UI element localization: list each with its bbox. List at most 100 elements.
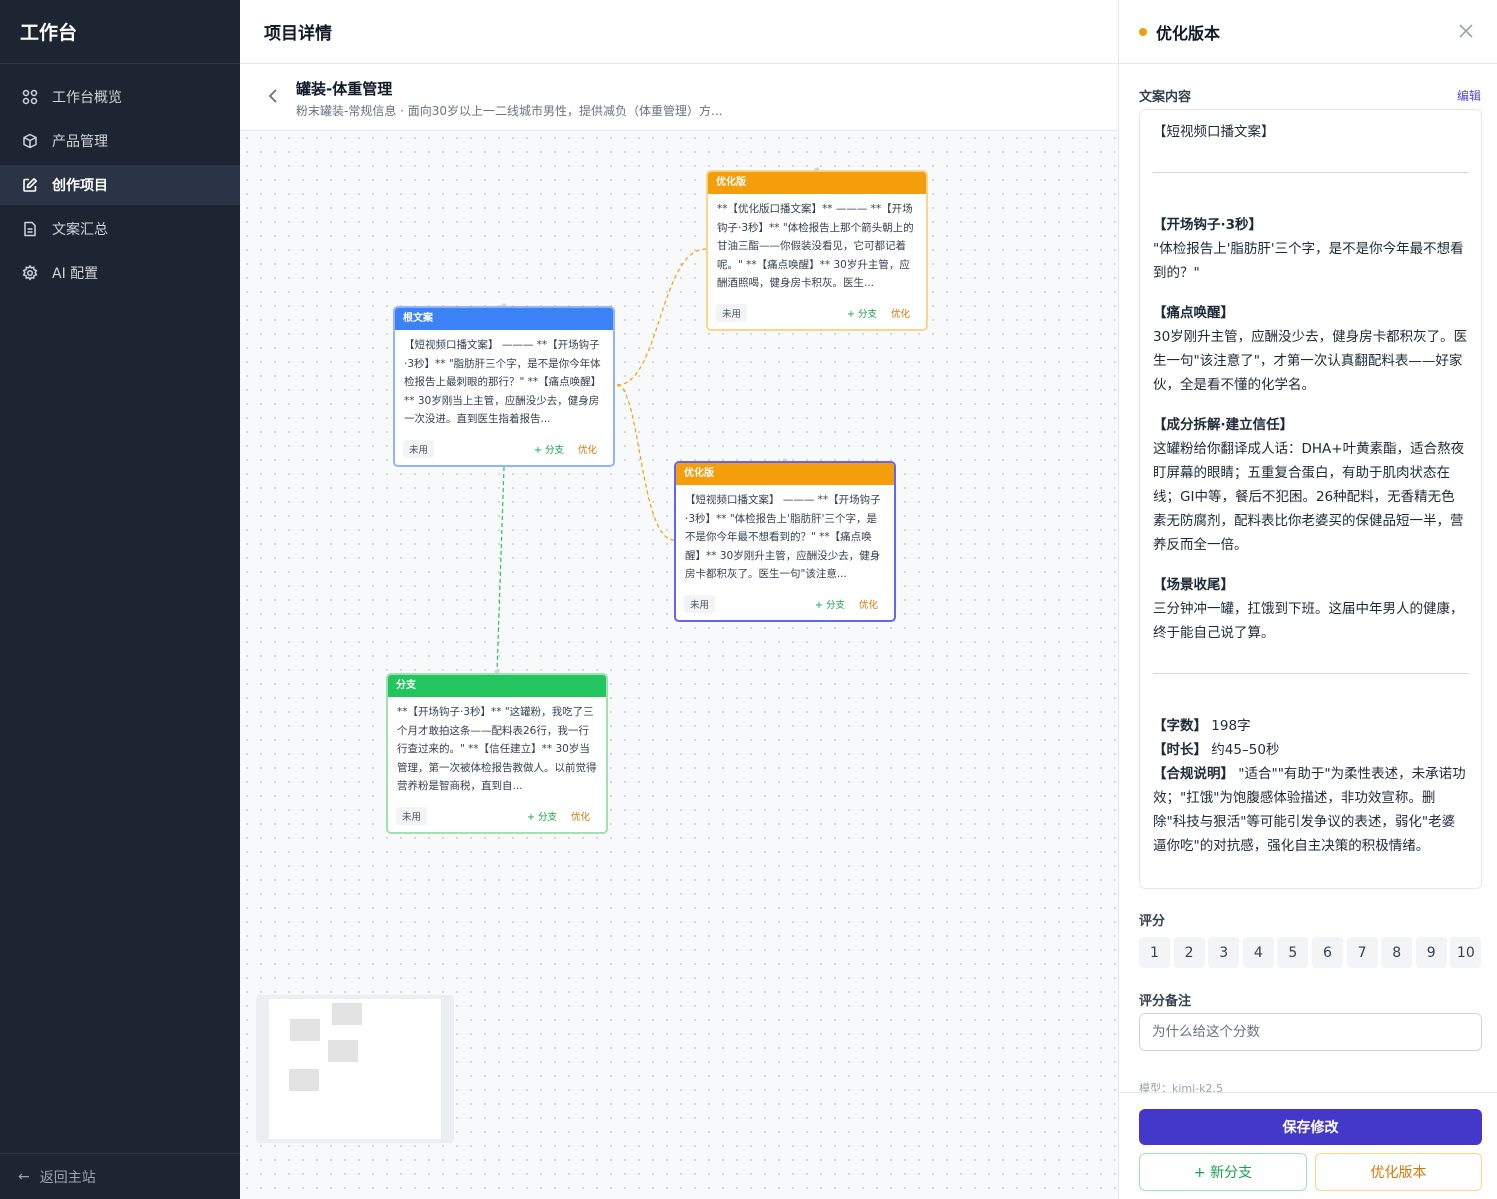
node-header: 分支	[388, 675, 606, 697]
node-header: 根文案	[395, 308, 613, 330]
document-icon	[22, 221, 38, 237]
score-label-row: 评分	[1139, 910, 1481, 929]
content-label-row: 文案内容 编辑	[1139, 86, 1481, 105]
score-selector: 1 2 3 4 5 6 7 8 9 10	[1139, 937, 1482, 968]
add-branch-button[interactable]: + 分支	[527, 809, 557, 823]
project-header: 罐装-体重管理 粉末罐装-常规信息 · 面向30岁以上一二线城市男性，提供减负（…	[240, 64, 1118, 131]
project-title: 罐装-体重管理	[296, 80, 393, 98]
status-tag: 未用	[684, 595, 716, 613]
model-info: 模型：kimi-k2.5	[1139, 1082, 1224, 1092]
edit-icon	[22, 177, 38, 193]
back-button[interactable]	[266, 86, 280, 106]
panel-header: 优化版本	[1119, 0, 1497, 64]
chevron-left-icon	[268, 89, 277, 103]
minimap-node	[332, 1003, 362, 1025]
optimize-version-button[interactable]: 优化版本	[1315, 1153, 1482, 1191]
score-button-9[interactable]: 9	[1415, 937, 1447, 968]
status-tag: 未用	[716, 304, 748, 322]
optimize-button[interactable]: 优化	[859, 597, 878, 611]
copy-content[interactable]: 【短视频口播文案】 【开场钩子·3秒】 "体检报告上'脂肪肝'三个字，是不是你今…	[1139, 109, 1482, 889]
status-tag: 未用	[396, 807, 428, 825]
sidebar-item-projects[interactable]: 创作项目	[0, 165, 240, 205]
score-note-label: 评分备注	[1139, 994, 1192, 1009]
flow-canvas[interactable]: 根文案 【短视频口播文案】 ——— **【开场钩子·3秒】** "脂肪肝三个字，…	[240, 131, 1118, 1199]
close-icon	[1459, 24, 1473, 38]
section-text: "体检报告上'脂肪肝'三个字，是不是你今年最不想看到的？"	[1153, 241, 1464, 281]
score-button-1[interactable]: 1	[1139, 937, 1170, 968]
section-heading: 【成分拆解·建立信任】	[1153, 417, 1294, 433]
note-label-row: 评分备注	[1139, 990, 1481, 1009]
new-branch-button[interactable]: + 新分支	[1139, 1153, 1307, 1191]
sidebar-item-copies[interactable]: 文案汇总	[0, 209, 240, 249]
section-text: 三分钟冲一罐，扛饿到下班。这届中年男人的健康，终于能自己说了算。	[1153, 601, 1464, 641]
node-footer: 未用 + 分支 优化	[403, 440, 605, 458]
sidebar: 工作台 工作台概览 产品管理 创作项目 文案汇总 AI 配置 ← 返回主站	[0, 0, 240, 1199]
score-button-4[interactable]: 4	[1242, 937, 1274, 968]
section-heading: 【开场钩子·3秒】	[1153, 217, 1263, 233]
root-copy-node[interactable]: 根文案 【短视频口播文案】 ——— **【开场钩子·3秒】** "脂肪肝三个字，…	[393, 306, 615, 467]
compliance-line: 【合规说明】 "适合""有助于"为柔性表述，未承诺功效；"扛饿"为饱腹感体验描述…	[1153, 766, 1466, 854]
divider	[1119, 1092, 1497, 1093]
node-footer: 未用 + 分支 优化	[716, 304, 918, 322]
gear-icon	[22, 265, 38, 281]
close-button[interactable]	[1457, 22, 1475, 40]
grid-icon	[22, 89, 38, 105]
add-branch-button[interactable]: + 分支	[847, 306, 877, 320]
node-body: **【开场钩子·3秒】** "这罐粉，我吃了三个月才敢拍这条——配料表26行，我…	[397, 706, 597, 792]
node-body: 【短视频口播文案】 ——— **【开场钩子·3秒】** "体检报告上'脂肪肝'三…	[685, 494, 881, 580]
sidebar-item-label: 产品管理	[52, 134, 108, 150]
panel-title: 优化版本	[1156, 23, 1221, 43]
minimap-node	[328, 1040, 358, 1062]
node-body: **【优化版口播文案】** ——— **【开场钩子·3秒】** "体检报告上那个…	[717, 203, 914, 289]
sidebar-item-label: 工作台概览	[52, 90, 122, 106]
minimap[interactable]	[256, 995, 454, 1143]
minimap-node	[290, 1019, 320, 1041]
branch-node[interactable]: 分支 **【开场钩子·3秒】** "这罐粉，我吃了三个月才敢拍这条——配料表26…	[386, 673, 608, 834]
score-button-8[interactable]: 8	[1381, 937, 1413, 968]
section-text: 这罐粉给你翻译成人话：DHA+叶黄素酯，适合熬夜盯屏幕的眼睛；五重复合蛋白，有助…	[1153, 441, 1465, 553]
back-to-home-link[interactable]: ← 返回主站	[0, 1153, 240, 1199]
content-title: 【短视频口播文案】	[1153, 124, 1275, 140]
optimize-button[interactable]: 优化	[571, 809, 590, 823]
sidebar-item-ai-config[interactable]: AI 配置	[0, 253, 240, 293]
node-footer: 未用 + 分支 优化	[396, 807, 598, 825]
score-button-5[interactable]: 5	[1277, 937, 1309, 968]
minimap-node	[289, 1069, 319, 1091]
back-label: 返回主站	[39, 1169, 96, 1186]
score-button-2[interactable]: 2	[1173, 937, 1205, 968]
sidebar-item-products[interactable]: 产品管理	[0, 121, 240, 161]
edge-root-to-optimized-1	[616, 248, 707, 386]
sidebar-nav: 工作台概览 产品管理 创作项目 文案汇总 AI 配置	[0, 77, 240, 293]
score-button-10[interactable]: 10	[1450, 937, 1482, 968]
add-branch-button[interactable]: + 分支	[815, 597, 845, 611]
score-label: 评分	[1139, 914, 1166, 929]
score-button-3[interactable]: 3	[1208, 937, 1240, 968]
optimized-node-selected[interactable]: 优化版 【短视频口播文案】 ——— **【开场钩子·3秒】** "体检报告上'脂…	[674, 461, 896, 622]
save-button[interactable]: 保存修改	[1139, 1109, 1482, 1145]
score-button-7[interactable]: 7	[1346, 937, 1378, 968]
optimized-node[interactable]: 优化版 **【优化版口播文案】** ——— **【开场钩子·3秒】** "体检报…	[706, 170, 928, 331]
page-title: 项目详情	[264, 24, 332, 44]
edge-root-to-branch	[496, 466, 505, 673]
version-detail-panel: 优化版本 文案内容 编辑 【短视频口播文案】 【开场钩子·3秒】 "体检报告上'…	[1118, 0, 1497, 1199]
optimize-button[interactable]: 优化	[578, 442, 597, 456]
content-label: 文案内容	[1139, 90, 1192, 105]
edge-root-to-optimized-2	[616, 384, 675, 541]
edit-button[interactable]: 编辑	[1457, 87, 1481, 104]
node-body: 【短视频口播文案】 ——— **【开场钩子·3秒】** "脂肪肝三个字，是不是你…	[404, 339, 602, 425]
optimize-button[interactable]: 优化	[891, 306, 910, 320]
node-header: 优化版	[708, 172, 926, 194]
score-button-6[interactable]: 6	[1311, 937, 1343, 968]
sidebar-item-overview[interactable]: 工作台概览	[0, 77, 240, 117]
sidebar-item-label: AI 配置	[52, 266, 99, 282]
sidebar-item-label: 创作项目	[52, 178, 108, 194]
status-dot	[1139, 27, 1147, 36]
node-footer: 未用 + 分支 优化	[684, 595, 886, 613]
score-note-input[interactable]	[1139, 1013, 1482, 1051]
section-heading: 【痛点唤醒】	[1153, 305, 1234, 321]
duration-line: 【时长】 约45–50秒	[1153, 742, 1280, 758]
node-header: 优化版	[676, 463, 894, 485]
sidebar-brand: 工作台	[0, 0, 240, 64]
status-tag: 未用	[403, 440, 435, 458]
add-branch-button[interactable]: + 分支	[534, 442, 564, 456]
